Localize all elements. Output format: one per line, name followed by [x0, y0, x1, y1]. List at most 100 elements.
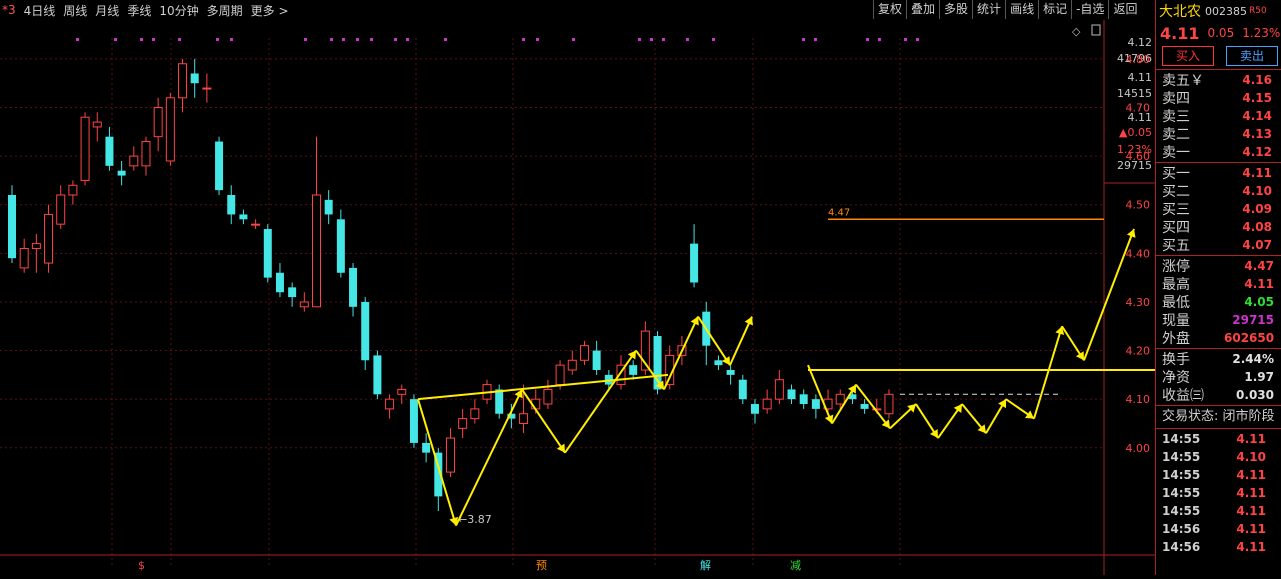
tool-button[interactable]: 返回: [1108, 0, 1141, 19]
candle-body: [787, 389, 796, 400]
candle-body: [397, 388, 407, 395]
period-tab[interactable]: 更多 >: [251, 2, 289, 19]
tick-price: 4.11: [1236, 486, 1266, 500]
period-tab[interactable]: 4日线: [24, 2, 56, 19]
ask-row[interactable]: 卖三 4.14: [1156, 107, 1281, 125]
zigzag-segment: [1033, 325, 1063, 419]
stat-row: 换手 2.44%: [1156, 350, 1281, 368]
kline-chart[interactable]: ◇4.12417964.11145154.11▲0.051.23%297154.…: [0, 20, 1166, 575]
period-tab[interactable]: 季线: [127, 2, 151, 19]
bid-row[interactable]: 买一 4.11: [1156, 164, 1281, 182]
signal-dot: [406, 38, 409, 41]
candle-body: [811, 399, 820, 409]
stat-label: 换手: [1162, 352, 1190, 368]
price-tick-label: 4.70: [1126, 102, 1151, 115]
candle-body: [361, 301, 370, 361]
candle-body: [165, 97, 175, 162]
candle-body: [774, 379, 784, 400]
tick-list[interactable]: 14:55 4.11 14:55 4.10 14:55 4.11 14:55 4.11 14:5…: [1156, 430, 1281, 556]
level-label: 买二: [1162, 184, 1190, 200]
signal-dot: [916, 38, 919, 41]
level-price: 4.14: [1242, 109, 1272, 123]
level-price: 4.09: [1242, 202, 1272, 216]
tick-row: 14:55 4.11: [1156, 484, 1281, 502]
bid-row[interactable]: 买五 4.07: [1156, 236, 1281, 254]
candle-body: [178, 63, 188, 99]
ask-row[interactable]: 卖四 4.15: [1156, 89, 1281, 107]
tick-price: 4.11: [1236, 468, 1266, 482]
tool-button[interactable]: 统计: [972, 0, 1005, 19]
ask-row[interactable]: 卖五￥ 4.16: [1156, 71, 1281, 89]
buy-button[interactable]: 买入: [1162, 46, 1214, 66]
candle-body: [470, 408, 480, 420]
level-price: 4.10: [1242, 184, 1272, 198]
stock-name[interactable]: 大北农: [1159, 1, 1201, 21]
diamond-icon: ◇: [1072, 25, 1081, 38]
price-change: 0.05: [1207, 26, 1235, 40]
tool-button[interactable]: 画线: [1005, 0, 1038, 19]
sell-button[interactable]: 卖出: [1226, 46, 1278, 66]
candle-body: [239, 214, 248, 220]
level-price: 4.08: [1242, 220, 1272, 234]
candle-body: [543, 388, 553, 405]
signal-dot: [712, 38, 715, 41]
limit-line-label: 4.47: [828, 207, 850, 218]
period-tab[interactable]: *3: [2, 3, 16, 17]
tool-button[interactable]: 标记: [1038, 0, 1071, 19]
level-label: 卖二: [1162, 127, 1190, 143]
ask-row[interactable]: 卖二 4.13: [1156, 125, 1281, 143]
candle-body: [860, 404, 869, 409]
price-change-pct: 1.23%: [1242, 26, 1281, 40]
axis-top-label: ▲0.05: [1119, 126, 1152, 139]
candle-body: [445, 437, 455, 473]
tool-button[interactable]: 复权: [873, 0, 906, 19]
bid-row[interactable]: 买四 4.08: [1156, 218, 1281, 236]
period-tab[interactable]: 10分钟: [159, 2, 198, 19]
level-price: 4.15: [1242, 91, 1272, 105]
period-tab[interactable]: 多周期: [207, 2, 243, 19]
divider: [1156, 428, 1281, 429]
candle-body: [251, 223, 261, 226]
period-tab[interactable]: 周线: [63, 2, 87, 19]
axis-top-label: 4.12: [1128, 36, 1153, 49]
panel-toggle-icon: [1091, 24, 1101, 36]
stat-label: 外盘: [1162, 331, 1190, 347]
stat-value: 602650: [1224, 331, 1275, 345]
candle-body: [373, 355, 382, 395]
stat-value: 1.97: [1244, 370, 1274, 384]
candle-body: [690, 243, 699, 283]
tick-time: 14:55: [1162, 504, 1201, 518]
stat-row: 外盘 602650: [1156, 329, 1281, 347]
candle-body: [726, 370, 735, 375]
candle-body: [336, 219, 345, 273]
candle-body: [835, 393, 845, 405]
tool-button[interactable]: 叠加: [906, 0, 939, 19]
stat-value: 4.47: [1244, 259, 1274, 273]
candle-body: [629, 365, 638, 375]
period-tabs: *3 4日线 周线 月线 季线 10分钟 多周期 更多 >: [0, 0, 289, 20]
signal-dot: [650, 38, 653, 41]
candle-body: [153, 107, 163, 138]
level-label: 卖五￥: [1162, 73, 1204, 89]
candle-body: [227, 195, 236, 215]
tool-button[interactable]: 多股: [939, 0, 972, 19]
price-tick-label: 4.10: [1126, 393, 1151, 406]
bid-row[interactable]: 买三 4.09: [1156, 200, 1281, 218]
candle-body: [44, 213, 54, 264]
event-marker: 预: [536, 559, 547, 572]
kline-chart-area[interactable]: ◇ 4.12 41796 4.11 14515 4.11 ▲0.05 1.23% 29715 4.…: [0, 20, 1166, 575]
stock-header: 大北农 002385 R50: [1156, 0, 1281, 22]
tool-button[interactable]: -自选: [1071, 0, 1108, 19]
bid-row[interactable]: 买二 4.10: [1156, 182, 1281, 200]
candle-body: [19, 247, 29, 269]
low-price-label: ←3.87: [458, 513, 492, 526]
trade-buttons: 买入 卖出: [1156, 44, 1281, 68]
signal-dot: [522, 38, 525, 41]
tick-price: 4.11: [1236, 540, 1266, 554]
period-tab[interactable]: 月线: [95, 2, 119, 19]
stat-value: 0.030: [1236, 388, 1274, 402]
last-price: 4.11: [1160, 23, 1200, 43]
stat-value: 4.11: [1244, 277, 1274, 291]
ask-row[interactable]: 卖一 4.12: [1156, 143, 1281, 161]
candle-body: [495, 389, 504, 414]
